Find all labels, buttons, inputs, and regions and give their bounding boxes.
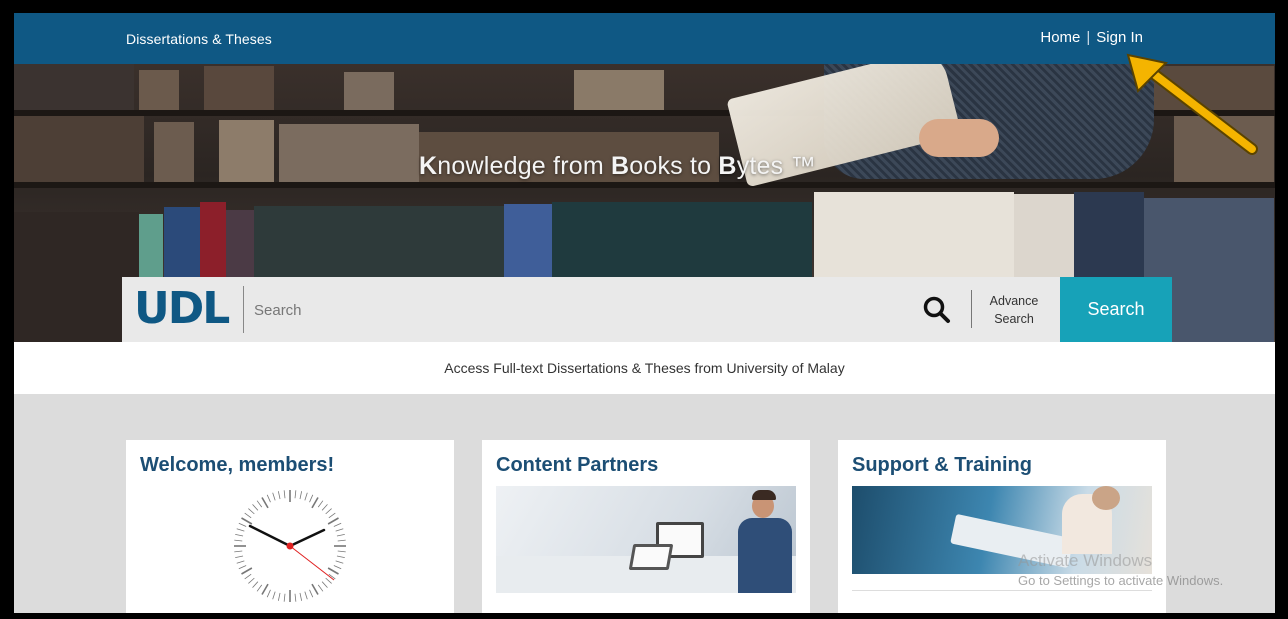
tagline: Access Full-text Dissertations & Theses … xyxy=(14,342,1275,394)
search-input[interactable] xyxy=(254,295,894,325)
nav-sign-in-link[interactable]: Sign In xyxy=(1096,29,1143,46)
annotation-arrow-icon xyxy=(1126,53,1258,155)
search-icon[interactable] xyxy=(922,295,952,325)
top-nav: Home | Sign In xyxy=(1040,29,1143,46)
clock-icon xyxy=(232,488,348,604)
search-bar: UDL Advance Search Search xyxy=(122,277,1172,342)
site-brand[interactable]: Dissertations & Theses xyxy=(126,31,272,47)
search-button[interactable]: Search xyxy=(1060,277,1172,342)
top-bar: Dissertations & Theses Home | Sign In xyxy=(14,13,1275,64)
card-title: Content Partners xyxy=(496,454,659,476)
card-divider xyxy=(852,590,1152,591)
card-content-partners: Content Partners xyxy=(482,440,810,613)
card-title: Welcome, members! xyxy=(140,454,335,476)
browser-viewport: Dissertations & Theses Home | Sign In Kn… xyxy=(14,13,1275,613)
card-welcome: Welcome, members! xyxy=(126,440,454,613)
advance-divider xyxy=(971,290,972,328)
hand-image xyxy=(919,119,999,157)
nav-home-link[interactable]: Home xyxy=(1040,29,1080,46)
nav-separator: | xyxy=(1086,29,1091,46)
logo-divider xyxy=(243,286,244,333)
card-title: Support & Training xyxy=(852,454,1032,476)
advance-search-link[interactable]: Advance Search xyxy=(984,292,1044,328)
hero-title: Knowledge from Books to Bytes ™ xyxy=(419,152,816,180)
content-partners-image xyxy=(496,486,796,593)
activate-windows-hint: Go to Settings to activate Windows. xyxy=(1018,573,1224,588)
udl-logo[interactable]: UDL xyxy=(134,286,230,332)
activate-windows-watermark: Activate Windows xyxy=(1018,551,1153,570)
